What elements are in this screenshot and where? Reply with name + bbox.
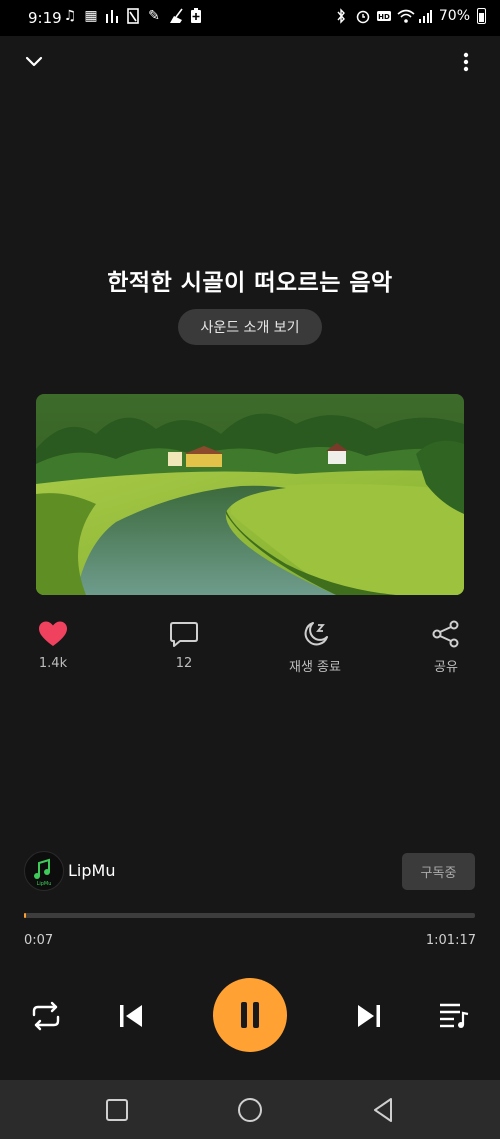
hd-icon: HD xyxy=(376,8,391,24)
pen-icon: ✎ xyxy=(148,8,160,24)
lipmu-logo-icon: LipMu xyxy=(34,858,52,887)
current-time: 0:07 xyxy=(24,933,54,948)
skip-next-icon xyxy=(358,1005,380,1027)
status-bar: 9:19 ♫ ▦ ✎ HD 70% xyxy=(0,0,500,36)
total-time: 1:01:17 xyxy=(425,933,476,948)
sleep-moon-icon xyxy=(304,622,328,646)
more-options-icon[interactable] xyxy=(454,50,478,74)
broom-icon xyxy=(168,8,183,24)
share-icon xyxy=(432,620,459,648)
notification-icons: ♫ ▦ ✎ xyxy=(63,8,203,24)
battery-percent: 70% xyxy=(438,8,470,24)
back-icon xyxy=(374,1098,392,1122)
gallery-icon: ▦ xyxy=(84,8,98,24)
album-artwork xyxy=(36,394,464,595)
sound-intro-button[interactable]: 사운드 소개 보기 xyxy=(178,309,322,345)
svg-text:HD: HD xyxy=(378,13,390,21)
like-count: 1.4k xyxy=(38,656,68,671)
alarm-icon xyxy=(355,8,370,24)
avatar-text: LipMu xyxy=(37,881,52,887)
track-title: 한적한 시골이 떠오르는 음악 xyxy=(107,270,393,296)
like-action[interactable]: 1.4k xyxy=(8,620,98,671)
home-button[interactable] xyxy=(237,1097,263,1123)
system-status: HD 70% xyxy=(334,8,486,24)
recent-apps-icon xyxy=(106,1099,128,1121)
system-navigation-bar xyxy=(0,1080,500,1139)
skip-previous-icon xyxy=(120,1005,142,1027)
subscribe-button[interactable]: 구독중 xyxy=(402,853,475,890)
repeat-button[interactable] xyxy=(29,1000,63,1032)
share-label: 공유 xyxy=(434,660,458,675)
comment-count: 12 xyxy=(175,656,193,671)
recent-apps-button[interactable] xyxy=(105,1098,129,1122)
music-note-icon: ♫ xyxy=(63,8,77,24)
previous-button[interactable] xyxy=(117,1002,145,1030)
status-time: 9:19 xyxy=(28,9,62,27)
wifi-icon xyxy=(397,8,415,24)
sleep-timer-label: 재생 종료 xyxy=(289,660,341,675)
back-button[interactable] xyxy=(371,1097,395,1123)
heart-icon xyxy=(39,621,67,646)
playlist-button[interactable] xyxy=(438,1001,470,1031)
collapse-chevron-icon[interactable] xyxy=(22,50,46,74)
comment-action[interactable]: 12 xyxy=(139,620,229,671)
pause-icon xyxy=(241,1002,259,1028)
share-action[interactable]: 공유 xyxy=(401,620,491,675)
sim-icon xyxy=(126,8,140,24)
home-icon xyxy=(238,1098,262,1122)
comment-icon xyxy=(170,622,198,647)
battery-icon xyxy=(477,8,486,24)
channel-name[interactable]: LipMu xyxy=(68,861,115,880)
signal-icon xyxy=(418,8,432,24)
progress-bar[interactable] xyxy=(24,913,475,918)
equalizer-icon xyxy=(105,8,119,24)
bluetooth-icon xyxy=(334,8,348,24)
progress-fill xyxy=(24,913,26,918)
next-button[interactable] xyxy=(355,1002,383,1030)
playlist-icon xyxy=(440,1003,469,1028)
battery-plus-icon xyxy=(189,8,203,24)
sleep-timer-action[interactable]: 재생 종료 xyxy=(270,620,360,675)
channel-avatar[interactable]: LipMu xyxy=(24,851,64,891)
repeat-icon xyxy=(32,1001,60,1031)
pause-button[interactable] xyxy=(213,978,287,1052)
